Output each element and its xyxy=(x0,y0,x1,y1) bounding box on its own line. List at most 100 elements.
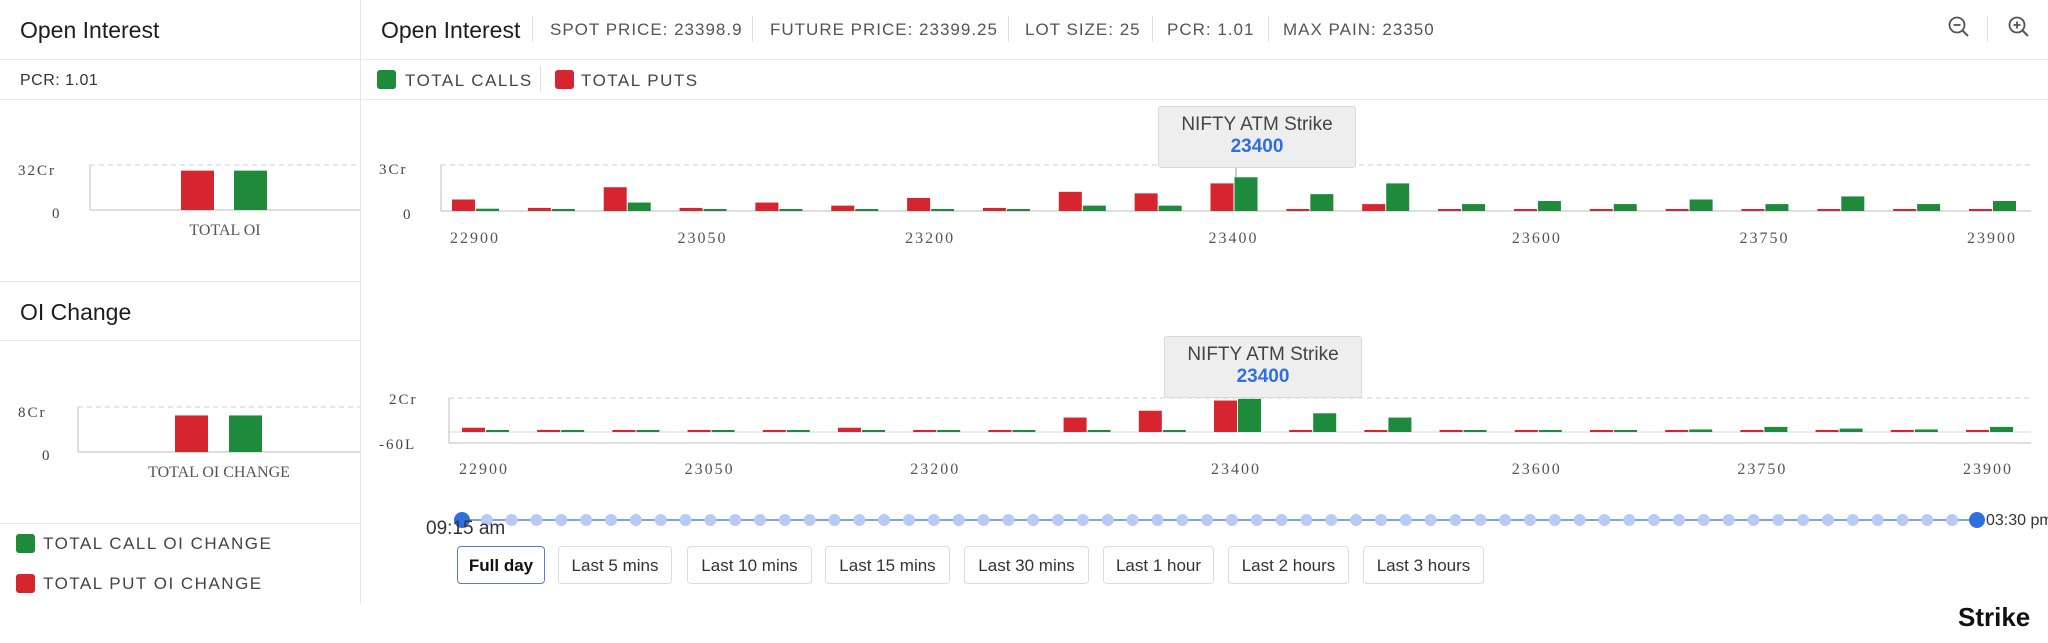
time-step-dot[interactable] xyxy=(1027,514,1040,526)
call-bar xyxy=(1006,209,1030,211)
time-step-dot[interactable] xyxy=(1598,514,1611,526)
put-bar xyxy=(1362,204,1386,211)
call-bar xyxy=(1764,426,1788,432)
puts-swatch xyxy=(555,70,574,89)
time-step-dot[interactable] xyxy=(903,514,916,526)
total-oi-change-chart: 8Cr 0 TOTAL OI CHANGE xyxy=(18,405,360,481)
time-step-dot[interactable] xyxy=(1896,514,1909,526)
btn-last-5-mins[interactable]: Last 5 mins xyxy=(558,546,672,584)
put-bar xyxy=(462,427,485,432)
time-step-dot[interactable] xyxy=(605,514,618,526)
time-step-dot[interactable] xyxy=(1300,514,1313,526)
call-bar xyxy=(1839,428,1863,432)
put-bar xyxy=(1210,183,1234,211)
time-step-dot[interactable] xyxy=(952,514,965,526)
time-step-dot[interactable] xyxy=(1797,514,1810,526)
time-step-dot[interactable] xyxy=(1697,514,1710,526)
btn-last-2-hours[interactable]: Last 2 hours xyxy=(1228,546,1349,584)
time-step-dot[interactable] xyxy=(1772,514,1785,526)
time-step-dot[interactable] xyxy=(853,514,866,526)
btn-full-day[interactable]: Full day xyxy=(457,546,545,584)
time-step-dot[interactable] xyxy=(654,514,667,526)
zoom-out-icon[interactable] xyxy=(1946,14,1972,40)
time-slider[interactable] xyxy=(440,508,2000,532)
xtick-label: 23900 xyxy=(1967,230,2017,247)
legend-call-change: TOTAL CALL OI CHANGE xyxy=(43,534,273,553)
btn-last-1-hour[interactable]: Last 1 hour xyxy=(1103,546,1214,584)
time-step-dot[interactable] xyxy=(679,514,692,526)
time-step-dot[interactable] xyxy=(1225,514,1238,526)
time-step-dot[interactable] xyxy=(1076,514,1089,526)
time-step-dot[interactable] xyxy=(1101,514,1114,526)
time-step-dot[interactable] xyxy=(530,514,543,526)
zoom-in-icon[interactable] xyxy=(2006,14,2032,40)
xtick-label: 23050 xyxy=(678,230,728,247)
time-step-dot[interactable] xyxy=(729,514,742,526)
slider-end-handle[interactable] xyxy=(1969,512,1985,528)
time-step-dot[interactable] xyxy=(1350,514,1363,526)
time-step-dot[interactable] xyxy=(1250,514,1263,526)
time-step-dot[interactable] xyxy=(1871,514,1884,526)
calls-swatch xyxy=(377,70,396,89)
time-step-dot[interactable] xyxy=(1449,514,1462,526)
sidebar: Open Interest PCR: 1.01 32Cr 0 TOTAL OI … xyxy=(0,0,361,604)
time-step-dot[interactable] xyxy=(1548,514,1561,526)
time-step-dot[interactable] xyxy=(1176,514,1189,526)
time-step-dot[interactable] xyxy=(1672,514,1685,526)
time-step-dot[interactable] xyxy=(1648,514,1661,526)
xtick-label: TOTAL OI xyxy=(189,222,260,239)
call-bar xyxy=(1765,204,1789,211)
time-step-dot[interactable] xyxy=(927,514,940,526)
put-bar xyxy=(1741,209,1765,211)
time-step-dot[interactable] xyxy=(505,514,518,526)
time-step-dot[interactable] xyxy=(580,514,593,526)
time-step-dot[interactable] xyxy=(1399,514,1412,526)
time-step-dot[interactable] xyxy=(1424,514,1437,526)
time-step-dot[interactable] xyxy=(1523,514,1536,526)
time-step-dot[interactable] xyxy=(1126,514,1139,526)
time-step-dot[interactable] xyxy=(1325,514,1338,526)
xtick-label: 23200 xyxy=(910,461,960,478)
time-step-dot[interactable] xyxy=(1623,514,1636,526)
call-bar xyxy=(1087,430,1111,432)
time-step-dot[interactable] xyxy=(1821,514,1834,526)
time-step-dot[interactable] xyxy=(803,514,816,526)
time-step-dot[interactable] xyxy=(629,514,642,526)
time-step-dot[interactable] xyxy=(1722,514,1735,526)
time-step-dot[interactable] xyxy=(1052,514,1065,526)
time-step-dot[interactable] xyxy=(1747,514,1760,526)
btn-last-30-mins[interactable]: Last 30 mins xyxy=(964,546,1089,584)
time-step-dot[interactable] xyxy=(1499,514,1512,526)
time-step-dot[interactable] xyxy=(1946,514,1959,526)
time-step-dot[interactable] xyxy=(704,514,717,526)
put-bar xyxy=(762,430,786,432)
put-bar xyxy=(181,170,214,210)
time-step-dot[interactable] xyxy=(1002,514,1015,526)
time-step-dot[interactable] xyxy=(878,514,891,526)
time-step-dot[interactable] xyxy=(1275,514,1288,526)
put-bar xyxy=(537,429,561,432)
call-bar xyxy=(1689,429,1713,432)
time-step-dot[interactable] xyxy=(1846,514,1859,526)
time-step-dot[interactable] xyxy=(828,514,841,526)
time-step-dot[interactable] xyxy=(754,514,767,526)
time-step-dot[interactable] xyxy=(1151,514,1164,526)
put-bar xyxy=(1138,410,1162,432)
time-step-dot[interactable] xyxy=(1573,514,1586,526)
time-step-dot[interactable] xyxy=(1201,514,1214,526)
btn-last-3-hours[interactable]: Last 3 hours xyxy=(1363,546,1484,584)
btn-last-15-mins[interactable]: Last 15 mins xyxy=(825,546,950,584)
time-step-dot[interactable] xyxy=(555,514,568,526)
time-step-dot[interactable] xyxy=(778,514,791,526)
time-step-dot[interactable] xyxy=(1474,514,1487,526)
atm-strike: 23400 xyxy=(1230,136,1284,157)
legend-calls: TOTAL CALLS xyxy=(405,71,533,90)
time-step-dot[interactable] xyxy=(977,514,990,526)
divider xyxy=(0,281,360,282)
btn-last-10-mins[interactable]: Last 10 mins xyxy=(687,546,812,584)
put-bar xyxy=(1589,209,1613,211)
time-step-dot[interactable] xyxy=(1374,514,1387,526)
page-title: Open Interest xyxy=(381,17,521,43)
time-step-dot[interactable] xyxy=(1921,514,1934,526)
xtick-label: 23400 xyxy=(1209,230,1259,247)
